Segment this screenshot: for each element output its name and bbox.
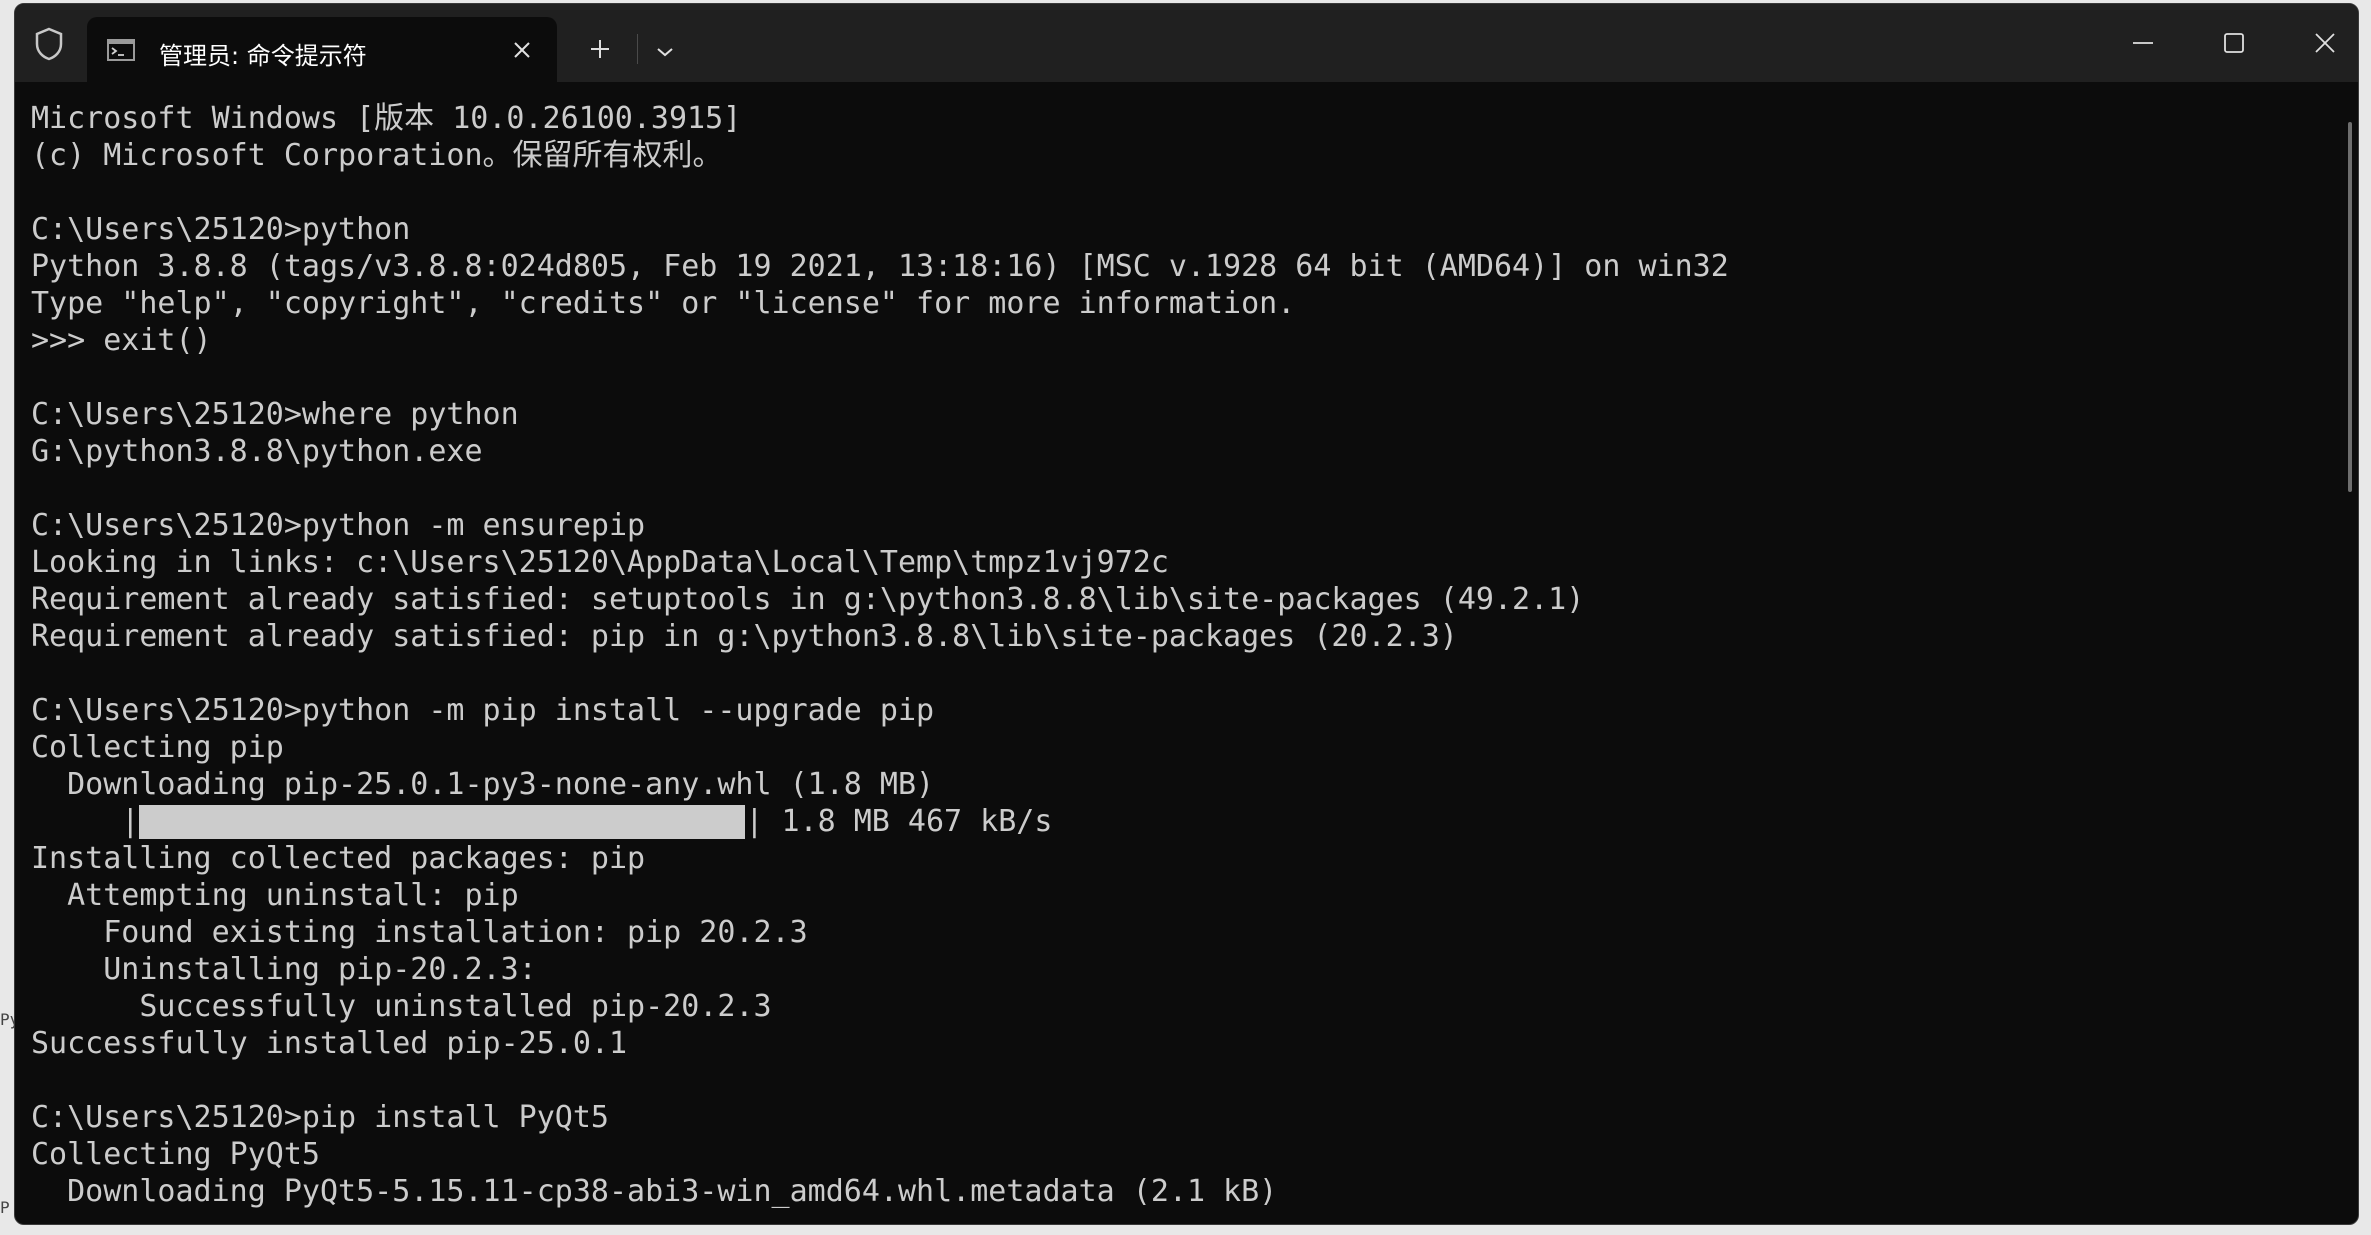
background-window-text-1: Py (0, 1010, 14, 1029)
terminal-line: Successfully uninstalled pip-20.2.3 (31, 989, 772, 1024)
background-window-text-2: P (0, 1198, 10, 1217)
terminal-line: Found existing installation: pip 20.2.3 (31, 915, 808, 950)
terminal-line: Looking in links: c:\Users\25120\AppData… (31, 545, 1169, 580)
close-icon (2315, 33, 2335, 53)
terminal-window: 管理员: 命令提示符 Microsoft Windows [版本 10.0.26… (14, 3, 2359, 1225)
terminal-line: Downloading pip-25.0.1-py3-none-any.whl … (31, 767, 935, 802)
terminal-output[interactable]: Microsoft Windows [版本 10.0.26100.3915] (c… (15, 82, 2343, 1224)
terminal-line: C:\Users\25120>where python (31, 397, 519, 432)
progress-line: | | 1.8 MB 467 kB/s (31, 803, 2343, 840)
terminal-line: Collecting PyQt5 (31, 1137, 320, 1172)
new-tab-button[interactable] (580, 29, 620, 69)
minimize-icon (2133, 42, 2153, 44)
terminal-line: Installing collected packages: pip (31, 841, 646, 876)
terminal-line: Python 3.8.8 (tags/v3.8.8:024d805, Feb 1… (31, 249, 1729, 284)
terminal-line: Uninstalling pip-20.2.3: (31, 952, 537, 987)
chevron-down-icon (657, 48, 673, 57)
progress-prefix: | (31, 804, 140, 839)
minimize-button[interactable] (2098, 4, 2188, 82)
download-progress-bar (139, 805, 746, 839)
close-window-button[interactable] (2280, 4, 2358, 82)
tab-title: 管理员: 命令提示符 (159, 42, 367, 70)
terminal-line: C:\Users\25120>python -m ensurepip (31, 508, 646, 543)
terminal-line: Attempting uninstall: pip (31, 878, 519, 913)
tab-command-prompt[interactable]: 管理员: 命令提示符 (87, 17, 557, 82)
title-bar[interactable]: 管理员: 命令提示符 (15, 4, 2358, 82)
terminal-line: Microsoft Windows [版本 10.0.26100.3915] (31, 101, 742, 136)
plus-icon (591, 40, 609, 58)
tab-dropdown-button[interactable] (645, 32, 685, 72)
shield-icon (29, 24, 69, 64)
terminal-line: Downloading PyQt5-5.15.11-cp38-abi3-win_… (31, 1174, 1278, 1209)
terminal-line: C:\Users\25120>pip install PyQt5 (31, 1100, 609, 1135)
terminal-line: C:\Users\25120>python -m pip install --u… (31, 693, 935, 728)
terminal-line: C:\Users\25120>python (31, 212, 411, 247)
scrollbar-thumb[interactable] (2348, 122, 2352, 492)
terminal-line: (c) Microsoft Corporation。保留所有权利。 (31, 138, 723, 173)
cmd-icon (107, 39, 135, 61)
maximize-button[interactable] (2189, 4, 2279, 82)
terminal-line: Type "help", "copyright", "credits" or "… (31, 286, 1296, 321)
terminal-line: >>> exit() (31, 323, 212, 358)
terminal-line: Successfully installed pip-25.0.1 (31, 1026, 628, 1061)
terminal-line: Collecting pip (31, 730, 284, 765)
titlebar-divider (637, 34, 638, 64)
terminal-line: G:\python3.8.8\python.exe (31, 434, 483, 469)
maximize-icon (2224, 33, 2244, 53)
progress-suffix: | 1.8 MB 467 kB/s (745, 804, 1053, 839)
terminal-line: Requirement already satisfied: pip in g:… (31, 619, 1458, 654)
tab-close-icon[interactable] (507, 35, 537, 65)
terminal-line: Requirement already satisfied: setuptool… (31, 582, 1585, 617)
